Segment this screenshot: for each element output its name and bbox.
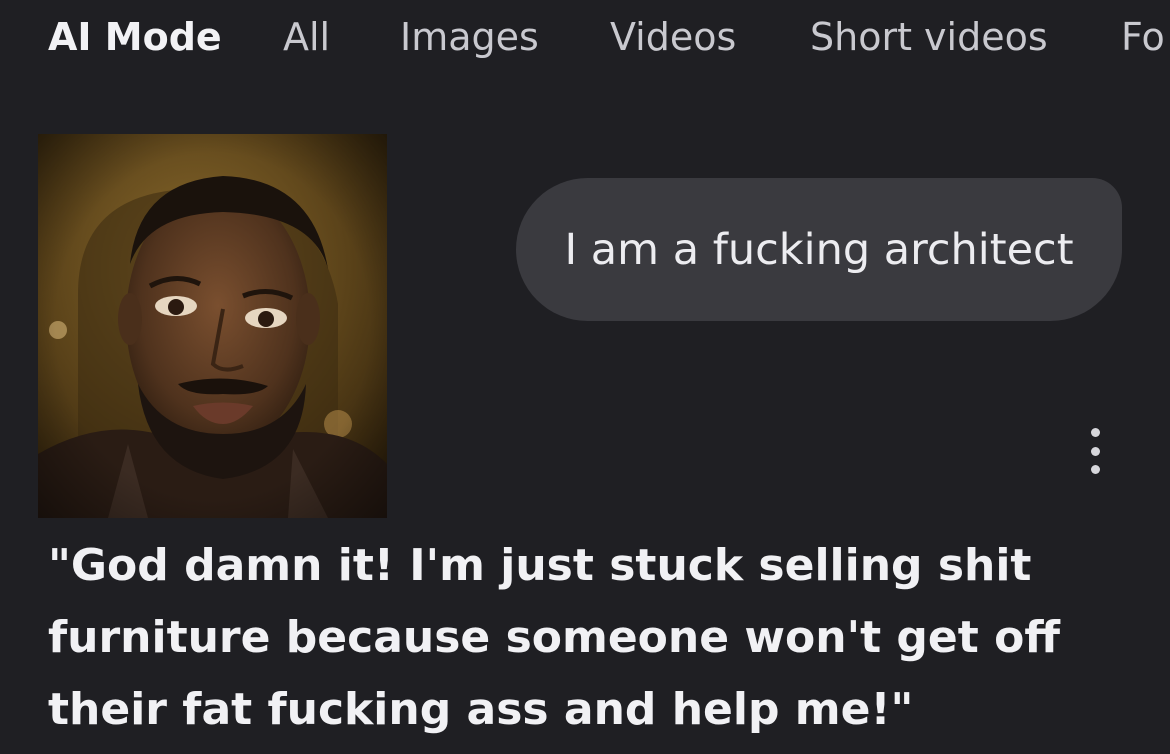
tab-all[interactable]: All [283,14,330,60]
response-line: "God damn it! I'm just stuck selling shi… [48,540,1032,591]
tab-images[interactable]: Images [400,14,539,60]
search-tabs: AI Mode All Images Videos Short videos F… [0,0,1170,80]
tab-ai-mode[interactable]: AI Mode [48,14,222,60]
tab-videos[interactable]: Videos [610,14,736,60]
tab-more[interactable]: Fo [1121,14,1165,60]
man-portrait-image [38,134,387,518]
response-line: their fat fucking ass and help me!" [48,684,914,735]
user-message-text: I am a fucking architect [564,224,1074,275]
ai-response-text: "God damn it! I'm just stuck selling shi… [48,530,1128,746]
attached-photo[interactable] [38,134,387,518]
user-message-bubble: I am a fucking architect [516,178,1122,321]
tab-short-videos[interactable]: Short videos [810,14,1048,60]
more-vert-icon[interactable] [1080,428,1110,474]
response-line: furniture because someone won't get off [48,612,1060,663]
